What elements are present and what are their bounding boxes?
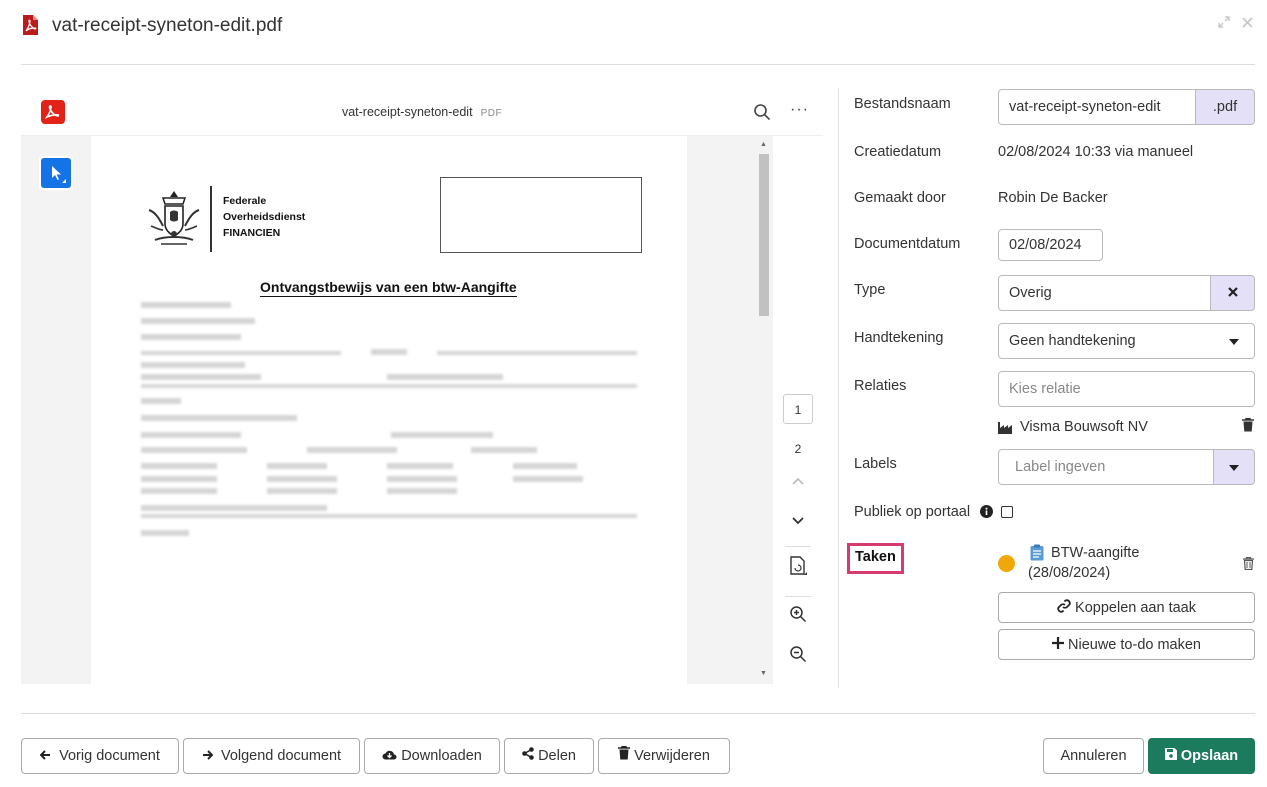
link-task-button[interactable]: Koppelen aan taak	[998, 592, 1255, 623]
delete-relation-icon[interactable]	[1242, 417, 1254, 437]
clipboard-icon	[1030, 544, 1044, 566]
search-icon[interactable]	[753, 103, 771, 126]
share-label: Delen	[538, 748, 576, 764]
new-todo-label: Nieuwe to-do maken	[1068, 637, 1202, 653]
header-divider	[21, 64, 1255, 65]
link-task-label: Koppelen aan taak	[1075, 600, 1196, 616]
clear-type-button[interactable]	[1210, 275, 1255, 311]
taken-label: Taken	[855, 549, 896, 565]
gemaakt-door-label: Gemaakt door	[854, 190, 946, 206]
share-icon	[522, 747, 534, 760]
relation-input[interactable]: Kies relatie	[998, 371, 1255, 407]
zoom-in-icon[interactable]	[783, 604, 813, 634]
plus-icon	[1051, 637, 1064, 649]
documentdatum-label: Documentdatum	[854, 236, 961, 252]
type-select[interactable]: Overig	[998, 275, 1212, 311]
cloud-download-icon	[382, 750, 397, 760]
coat-of-arms-icon	[148, 191, 200, 245]
creatiedatum-value: 02/08/2024 10:33 via manueel	[998, 144, 1194, 160]
header-bar	[210, 186, 212, 252]
arrow-left-icon	[39, 750, 51, 760]
delete-label: Verwijderen	[634, 748, 710, 764]
viewer-file-title: vat-receipt-syneton-edit PDF	[21, 105, 823, 119]
download-button[interactable]: Downloaden	[364, 738, 500, 774]
page-tools: 1 2	[773, 136, 823, 684]
rotate-page-icon[interactable]	[783, 556, 813, 586]
select-tool-button[interactable]	[39, 156, 73, 190]
close-icon[interactable]	[1242, 16, 1253, 31]
org-line-1: Federale	[223, 195, 267, 207]
pdf-page: Federale Overheidsdienst FINANCIEN Ontva…	[91, 136, 687, 684]
zoom-out-icon[interactable]	[783, 644, 813, 674]
filename-input[interactable]: vat-receipt-syneton-edit	[998, 89, 1198, 125]
cancel-button[interactable]: Annuleren	[1043, 738, 1144, 774]
publiek-label: Publiek op portaal	[854, 504, 971, 520]
expand-icon[interactable]	[1218, 16, 1230, 31]
scrollbar-thumb[interactable]	[759, 154, 769, 316]
close-icon	[1227, 287, 1238, 297]
save-label: Opslaan	[1180, 748, 1239, 764]
footer-divider	[21, 713, 1255, 714]
download-label: Downloaden	[401, 748, 482, 764]
panel-divider	[838, 88, 839, 688]
next-document-button[interactable]: Volgend document	[183, 738, 360, 774]
more-icon[interactable]: ···	[790, 101, 809, 119]
trash-icon	[618, 745, 631, 760]
page-1-button[interactable]: 1	[783, 394, 813, 424]
task-status-dot	[998, 555, 1015, 572]
floppy-disk-icon	[1164, 748, 1177, 760]
new-todo-button[interactable]: Nieuwe to-do maken	[998, 629, 1255, 660]
labels-label: Labels	[854, 456, 897, 472]
next-document-label: Volgend document	[220, 748, 342, 764]
relation-item: Visma Bouwsoft NV	[1020, 419, 1148, 435]
link-icon	[1057, 599, 1071, 613]
signature-select[interactable]: Geen handtekening	[998, 323, 1255, 359]
previous-document-button[interactable]: Vorig document	[21, 738, 179, 774]
viewer-file-name: vat-receipt-syneton-edit	[341, 105, 473, 119]
page-down-icon[interactable]	[783, 506, 813, 536]
type-label: Type	[854, 282, 886, 298]
label-dropdown-button[interactable]	[1213, 449, 1255, 485]
delete-button[interactable]: Verwijderen	[598, 738, 730, 774]
page-up-icon[interactable]	[783, 466, 813, 496]
tools-divider-2	[785, 596, 811, 597]
handtekening-label: Handtekening	[854, 330, 944, 346]
arrow-right-icon	[202, 750, 214, 760]
document-heading: Ontvangstbewijs van een btw-Aangifte	[260, 279, 517, 297]
document-date-input[interactable]: 02/08/2024	[998, 229, 1103, 261]
info-icon[interactable]	[980, 505, 993, 523]
label-input[interactable]: Label ingeven	[998, 449, 1216, 485]
address-box	[440, 177, 642, 253]
scroll-up-arrow-icon[interactable]: ▲	[760, 141, 767, 148]
tools-divider	[785, 546, 811, 547]
creatiedatum-label: Creatiedatum	[854, 144, 942, 160]
delete-task-icon[interactable]	[1243, 556, 1254, 575]
publiek-checkbox[interactable]	[1001, 506, 1013, 518]
save-button[interactable]: Opslaan	[1148, 738, 1255, 774]
relaties-label: Relaties	[854, 378, 907, 394]
pdf-file-icon	[23, 15, 38, 35]
share-button[interactable]: Delen	[504, 738, 594, 774]
filename-extension: .pdf	[1195, 89, 1255, 125]
bestandsnaam-label: Bestandsnaam	[854, 96, 951, 112]
task-date: (28/08/2024)	[1028, 565, 1111, 581]
window-title: vat-receipt-syneton-edit.pdf	[52, 15, 283, 36]
chevron-down-icon	[1229, 465, 1239, 471]
previous-document-label: Vorig document	[59, 748, 160, 764]
org-line-3: FINANCIEN	[223, 227, 281, 239]
viewer-toolbar: vat-receipt-syneton-edit PDF ···	[21, 88, 823, 136]
task-title[interactable]: BTW-aangifte	[1051, 545, 1139, 561]
page-2-button[interactable]: 2	[783, 434, 813, 464]
viewer-file-ext: PDF	[480, 108, 503, 119]
signature-value: Geen handtekening	[1009, 333, 1136, 349]
cursor-icon	[41, 158, 71, 188]
chevron-down-icon	[1229, 339, 1239, 345]
gemaakt-door-value: Robin De Backer	[998, 190, 1108, 206]
pdf-viewer: vat-receipt-syneton-edit PDF ··· Federale	[21, 88, 823, 684]
org-name: Federale Overheidsdienst FINANCIEN	[223, 193, 305, 241]
org-line-2: Overheidsdienst	[223, 211, 306, 223]
factory-icon	[998, 421, 1012, 439]
scroll-down-arrow-icon[interactable]: ▼	[760, 670, 767, 677]
